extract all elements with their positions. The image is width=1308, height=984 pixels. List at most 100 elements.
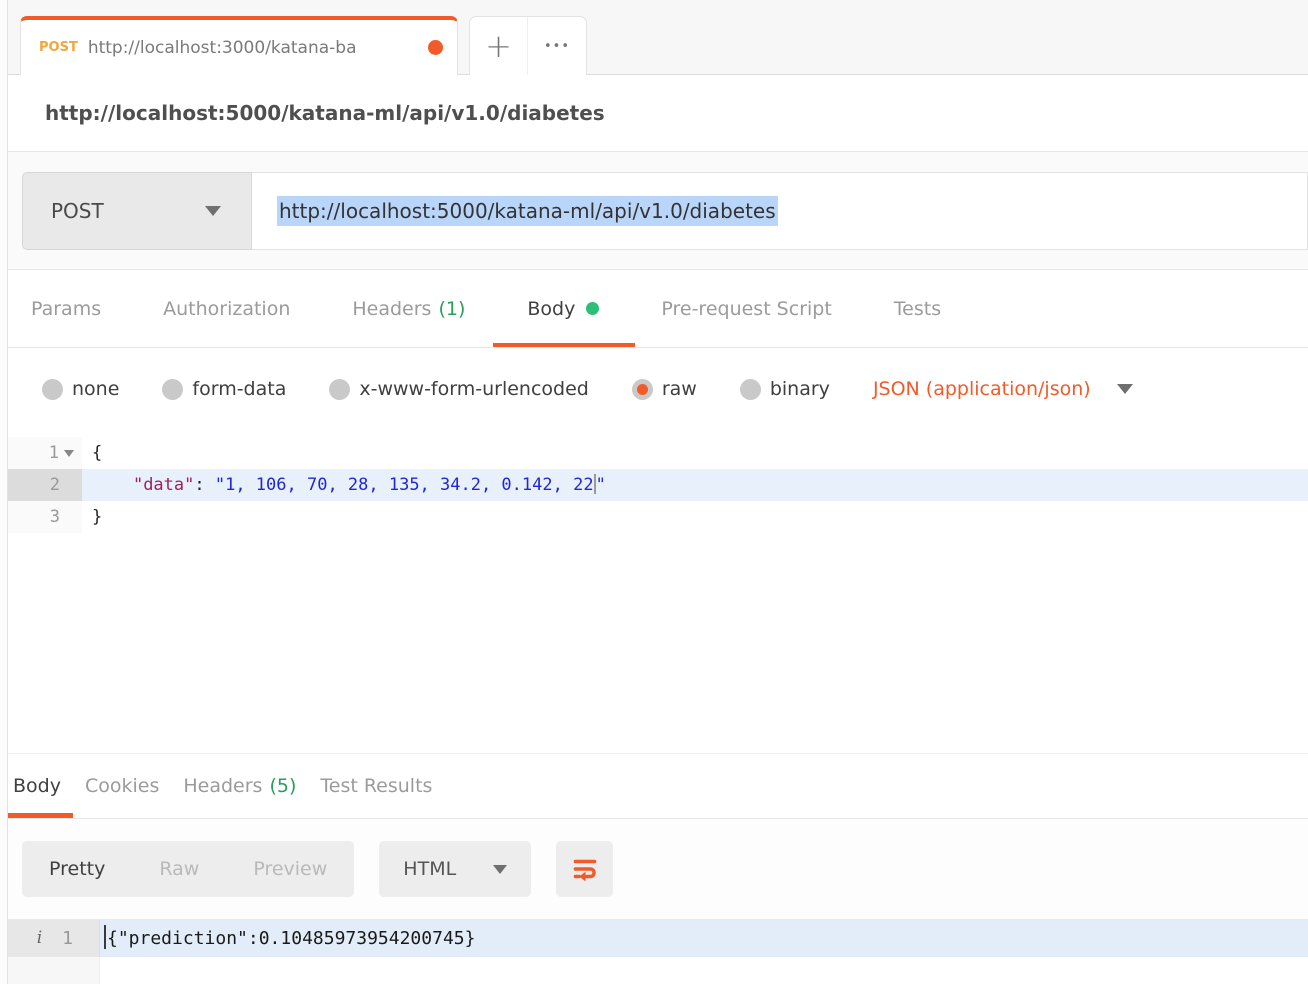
- radio-icon: [740, 379, 761, 400]
- tab-authorization-label: Authorization: [163, 298, 290, 320]
- content-type-select[interactable]: JSON (application/json): [873, 378, 1133, 400]
- sidebar-edge: [0, 0, 8, 984]
- body-type-row: none form-data x-www-form-urlencoded raw…: [0, 348, 1308, 430]
- response-tab-body-label: Body: [13, 775, 61, 797]
- tab-pre-request-script-label: Pre-request Script: [661, 298, 831, 320]
- raw-button[interactable]: Raw: [132, 858, 226, 880]
- tab-bar: POST http://localhost:3000/katana-ba + •…: [0, 0, 1308, 75]
- tab-headers[interactable]: Headers (1): [352, 270, 465, 347]
- request-tabs: Params Authorization Headers (1) Body Pr…: [0, 270, 1308, 348]
- response-gutter: [0, 957, 100, 984]
- url-input-selected-text: http://localhost:5000/katana-ml/api/v1.0…: [277, 196, 778, 226]
- request-title-url: http://localhost:5000/katana-ml/api/v1.0…: [45, 101, 605, 125]
- wrap-text-icon: [570, 855, 600, 883]
- json-key: "data": [133, 475, 194, 495]
- json-string-close: ": [596, 475, 606, 495]
- tab-headers-label: Headers: [352, 298, 431, 320]
- editor-gutter: 3: [0, 501, 82, 533]
- radio-none[interactable]: none: [42, 378, 119, 400]
- tab-params[interactable]: Params: [31, 270, 101, 347]
- text-cursor: [104, 925, 106, 949]
- json-string-value: "1, 106, 70, 28, 135, 34.2, 0.142, 22: [215, 475, 594, 495]
- tab-method-label: POST: [39, 40, 78, 55]
- radio-raw[interactable]: raw: [632, 378, 697, 400]
- url-input[interactable]: http://localhost:5000/katana-ml/api/v1.0…: [252, 172, 1308, 250]
- tab-actions: + •••: [469, 16, 587, 75]
- response-viewer: i 1 {"prediction":0.10485973954200745}: [0, 919, 1308, 984]
- response-tabs: Body Cookies Headers (5) Test Results: [0, 753, 1308, 819]
- headers-count-badge: (1): [438, 298, 465, 320]
- active-tab-underline: [493, 343, 635, 347]
- tab-body[interactable]: Body: [527, 270, 599, 347]
- request-tab[interactable]: POST http://localhost:3000/katana-ba: [20, 16, 458, 75]
- radio-raw-label: raw: [662, 378, 697, 400]
- radio-binary[interactable]: binary: [740, 378, 830, 400]
- format-select-value: HTML: [403, 858, 456, 880]
- radio-icon: [162, 379, 183, 400]
- tab-pre-request-script[interactable]: Pre-request Script: [661, 270, 831, 347]
- format-select[interactable]: HTML: [379, 841, 531, 897]
- editor-code[interactable]: {: [82, 437, 1308, 469]
- content-type-value: JSON (application/json): [873, 378, 1091, 400]
- editor-code[interactable]: }: [82, 501, 1308, 533]
- response-toolbar: Pretty Raw Preview HTML: [0, 819, 1308, 919]
- response-tab-cookies[interactable]: Cookies: [85, 754, 159, 818]
- editor-line-1: 1 {: [0, 437, 1308, 469]
- tab-authorization[interactable]: Authorization: [163, 270, 290, 347]
- response-body-text: {"prediction":0.10485973954200745}: [100, 920, 1308, 957]
- editor-line-2: 2 "data": "1, 106, 70, 28, 135, 34.2, 0.…: [0, 469, 1308, 501]
- active-tab-underline: [2, 813, 73, 818]
- method-select-value: POST: [51, 199, 104, 223]
- response-empty-row: [0, 957, 1308, 984]
- view-mode-group: Pretty Raw Preview: [22, 841, 354, 897]
- radio-x-www-form-urlencoded-label: x-www-form-urlencoded: [359, 378, 588, 400]
- tab-tests[interactable]: Tests: [894, 270, 941, 347]
- postman-window: POST http://localhost:3000/katana-ba + •…: [0, 0, 1308, 984]
- request-title-row: http://localhost:5000/katana-ml/api/v1.0…: [0, 75, 1308, 152]
- radio-icon: [42, 379, 63, 400]
- editor-gutter-active: 2: [0, 469, 82, 501]
- response-tab-body[interactable]: Body: [13, 754, 61, 818]
- wrap-text-button[interactable]: [556, 841, 613, 897]
- method-select[interactable]: POST: [22, 172, 252, 250]
- radio-selected-icon: [632, 379, 653, 400]
- editor-line-3: 3 }: [0, 501, 1308, 533]
- response-gutter: i 1: [0, 920, 100, 957]
- chevron-down-icon: [493, 865, 507, 874]
- more-options-icon[interactable]: •••: [528, 17, 586, 75]
- code-fold-icon[interactable]: [64, 450, 74, 457]
- response-tab-cookies-label: Cookies: [85, 775, 159, 797]
- radio-none-label: none: [72, 378, 119, 400]
- radio-form-data-label: form-data: [192, 378, 286, 400]
- tab-body-label: Body: [527, 298, 575, 320]
- chevron-down-icon: [205, 206, 221, 216]
- body-filled-dot-icon: [586, 302, 599, 315]
- response-line-1: i 1 {"prediction":0.10485973954200745}: [0, 920, 1308, 957]
- preview-button[interactable]: Preview: [226, 858, 354, 880]
- request-url-bar: POST http://localhost:5000/katana-ml/api…: [0, 152, 1308, 270]
- line-number: 3: [50, 501, 60, 533]
- response-tab-headers[interactable]: Headers (5): [183, 754, 296, 818]
- pretty-button[interactable]: Pretty: [22, 858, 132, 880]
- line-number: 2: [50, 469, 60, 501]
- response-headers-count-badge: (5): [269, 775, 296, 797]
- unsaved-dot-icon: [428, 40, 443, 55]
- line-number: 1: [62, 920, 73, 957]
- radio-binary-label: binary: [770, 378, 830, 400]
- response-tab-test-results-label: Test Results: [320, 775, 432, 797]
- chevron-down-icon: [1117, 384, 1133, 394]
- tab-url-label: http://localhost:3000/katana-ba: [88, 38, 422, 58]
- line-number: 1: [49, 437, 59, 469]
- radio-form-data[interactable]: form-data: [162, 378, 286, 400]
- editor-gutter: 1: [0, 437, 82, 469]
- radio-x-www-form-urlencoded[interactable]: x-www-form-urlencoded: [329, 378, 588, 400]
- editor-code-active-line[interactable]: "data": "1, 106, 70, 28, 135, 34.2, 0.14…: [82, 469, 1308, 501]
- response-tab-test-results[interactable]: Test Results: [320, 754, 432, 818]
- radio-icon: [329, 379, 350, 400]
- info-icon[interactable]: i: [37, 920, 42, 957]
- tab-tests-label: Tests: [894, 298, 941, 320]
- response-tab-headers-label: Headers: [183, 775, 262, 797]
- new-tab-button[interactable]: +: [470, 17, 528, 75]
- tab-params-label: Params: [31, 298, 101, 320]
- request-body-editor[interactable]: 1 { 2 "data": "1, 106, 70, 28, 135, 34.2…: [0, 430, 1308, 753]
